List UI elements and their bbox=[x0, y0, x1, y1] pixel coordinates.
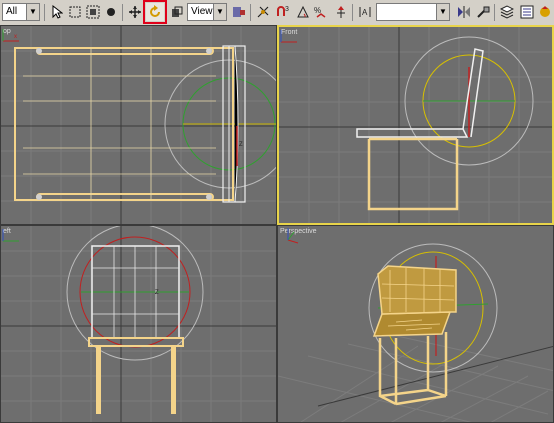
toolbar-separator bbox=[122, 4, 123, 21]
viewport-front[interactable]: Front bbox=[277, 25, 554, 225]
chevron-down-icon: ▼ bbox=[26, 4, 39, 20]
perspective-view-scene bbox=[278, 243, 553, 422]
curve-editor-icon[interactable] bbox=[518, 3, 536, 21]
axis-tripod-icon: x bbox=[2, 29, 19, 42]
toolbar-separator bbox=[352, 4, 353, 21]
seat-rail-bottom[interactable] bbox=[36, 193, 214, 201]
angle-snap-icon[interactable] bbox=[294, 3, 312, 21]
rotate-icon[interactable] bbox=[143, 0, 167, 24]
toolbar-separator bbox=[494, 4, 495, 21]
move-icon[interactable] bbox=[126, 3, 144, 21]
mirror-icon[interactable] bbox=[455, 3, 473, 21]
pivot-center-icon[interactable] bbox=[230, 3, 248, 21]
axis-tripod-icon bbox=[2, 229, 19, 242]
snap-icon[interactable]: 3 bbox=[274, 3, 292, 21]
material-editor-icon[interactable] bbox=[536, 3, 554, 21]
toolbar-separator bbox=[44, 4, 45, 21]
select-icon[interactable] bbox=[48, 3, 66, 21]
percent-snap-icon[interactable]: % bbox=[312, 3, 330, 21]
axis-tripod-icon bbox=[287, 228, 299, 244]
leg-right[interactable] bbox=[171, 346, 176, 414]
svg-text:3: 3 bbox=[285, 6, 289, 13]
svg-text:%: % bbox=[314, 6, 321, 15]
select-by-name-icon[interactable] bbox=[102, 3, 120, 21]
svg-text:A: A bbox=[362, 8, 368, 17]
backrest-front-view[interactable] bbox=[462, 48, 484, 138]
select-region-icon[interactable] bbox=[66, 3, 84, 21]
svg-text:Z: Z bbox=[155, 290, 159, 296]
main-toolbar: All ▼ View ▼ 3 % A ▼ bbox=[0, 0, 554, 26]
left-view-scene: Z bbox=[1, 226, 276, 422]
select-manipulate-icon[interactable] bbox=[254, 3, 272, 21]
chevron-down-icon: ▼ bbox=[436, 4, 449, 20]
leg-left[interactable] bbox=[96, 346, 101, 414]
align-icon[interactable] bbox=[474, 3, 492, 21]
scale-icon[interactable] bbox=[168, 3, 186, 21]
front-view-scene bbox=[279, 27, 552, 223]
viewport-top[interactable]: Z op x bbox=[0, 25, 277, 225]
layer-icon[interactable] bbox=[498, 3, 516, 21]
reference-coordinate-dropdown[interactable]: View ▼ bbox=[187, 3, 227, 21]
chevron-down-icon: ▼ bbox=[213, 4, 226, 20]
legs-front-view[interactable] bbox=[367, 137, 459, 211]
spinner-snap-icon[interactable] bbox=[332, 3, 350, 21]
svg-text:Z: Z bbox=[239, 142, 243, 148]
named-selection-set-dropdown[interactable]: ▼ bbox=[376, 3, 450, 21]
svg-text:x: x bbox=[14, 34, 17, 40]
top-view-scene: Z bbox=[1, 26, 276, 224]
viewport-left[interactable]: Z eft bbox=[0, 225, 277, 423]
axis-tripod-icon bbox=[280, 30, 297, 43]
window-crossing-icon[interactable] bbox=[84, 3, 102, 21]
selection-filter-value: All bbox=[6, 6, 18, 17]
selection-filter-dropdown[interactable]: All ▼ bbox=[2, 3, 40, 21]
viewport-perspective[interactable]: Perspective bbox=[277, 225, 554, 423]
seat-left-view[interactable] bbox=[88, 337, 184, 347]
named-selection-icon[interactable]: A bbox=[356, 3, 374, 21]
toolbar-separator bbox=[250, 4, 251, 21]
reference-coordinate-value: View bbox=[191, 6, 213, 17]
